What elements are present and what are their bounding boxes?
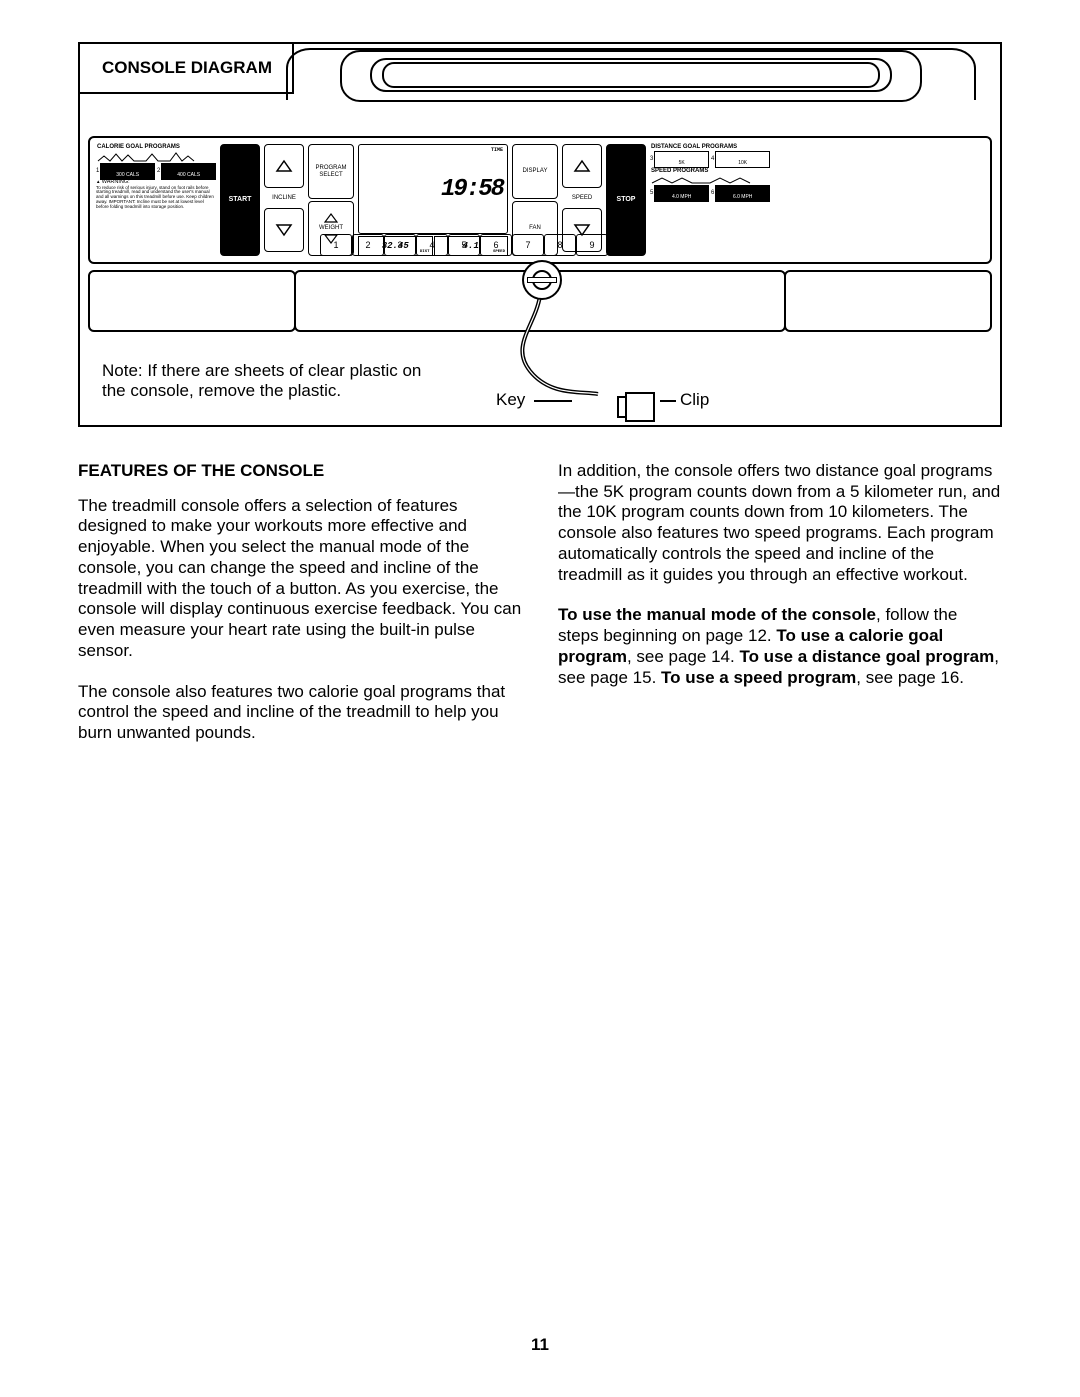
incline-label: INCLINE — [264, 190, 304, 206]
incline-down-button[interactable] — [264, 208, 304, 252]
incline-controls: INCLINE — [264, 144, 304, 256]
speed-program-6[interactable]: 6 6.0 MPH — [711, 186, 770, 200]
distance-goal-block: DISTANCE GOAL PROGRAMS 3 5K 4 10K SPEED … — [650, 144, 770, 256]
speed-profile-icon — [650, 176, 768, 184]
quick-speed-7[interactable]: 7 — [512, 234, 544, 256]
clip-callout-line — [660, 400, 676, 402]
up-arrow-icon — [324, 213, 338, 223]
quick-speed-5[interactable]: 5 — [448, 234, 480, 256]
body-columns: FEATURES OF THE CONSOLE The treadmill co… — [78, 461, 1002, 764]
program-select-button[interactable]: PROGRAM SELECT — [308, 144, 354, 199]
quick-speed-10[interactable]: 10MPH — [608, 234, 640, 256]
body-paragraph-3: In addition, the console offers two dist… — [558, 461, 1002, 585]
safety-clip-icon — [617, 390, 659, 420]
quick-speed-4[interactable]: 4 — [416, 234, 448, 256]
quick-speed-2[interactable]: 2 — [352, 234, 384, 256]
quick-speed-6[interactable]: 6 — [480, 234, 512, 256]
calorie-profile-icon — [96, 152, 214, 162]
plastic-note-text: Note: If there are sheets of clear plast… — [102, 361, 442, 401]
left-column: FEATURES OF THE CONSOLE The treadmill co… — [78, 461, 522, 764]
calorie-goal-block: CALORIE GOAL PROGRAMS 1 300 CALS 2 400 C… — [96, 144, 216, 256]
speed-programs-heading: SPEED PROGRAMS — [650, 168, 770, 174]
distance-program-3[interactable]: 3 5K — [650, 152, 709, 166]
display-button[interactable]: DISPLAY — [512, 144, 558, 199]
clip-callout-label: Clip — [680, 390, 709, 410]
console-diagram-box: CONSOLE DIAGRAM CALORIE GOAL PROGRAMS 1 … — [78, 42, 1002, 427]
lcd-time: TIME 19:58 — [358, 144, 508, 234]
quick-speed-1[interactable]: 1 — [320, 234, 352, 256]
features-heading: FEATURES OF THE CONSOLE — [78, 461, 522, 482]
key-callout-line — [534, 400, 572, 402]
body-paragraph-4: To use the manual mode of the console, f… — [558, 605, 1002, 688]
up-arrow-icon — [275, 159, 293, 173]
quick-speed-3[interactable]: 3 — [384, 234, 416, 256]
speed-label: SPEED — [562, 190, 602, 206]
distance-program-4[interactable]: 4 10K — [711, 152, 770, 166]
incline-up-button[interactable] — [264, 144, 304, 188]
key-callout-label: Key — [496, 390, 525, 410]
console-top-outline — [270, 48, 992, 142]
start-button[interactable]: START — [220, 144, 260, 256]
console-panel: CALORIE GOAL PROGRAMS 1 300 CALS 2 400 C… — [88, 136, 992, 264]
speed-program-5[interactable]: 5 4.0 MPH — [650, 186, 709, 200]
distance-heading: DISTANCE GOAL PROGRAMS — [650, 144, 770, 150]
right-column: In addition, the console offers two dist… — [558, 461, 1002, 764]
speed-up-button[interactable] — [562, 144, 602, 188]
down-arrow-icon — [275, 223, 293, 237]
quick-speed-8[interactable]: 8 — [544, 234, 576, 256]
body-paragraph-1: The treadmill console offers a selection… — [78, 496, 522, 662]
quick-speed-9[interactable]: 9 — [576, 234, 608, 256]
safety-key-socket[interactable] — [522, 260, 562, 300]
quick-speed-row: 1 2 3 4 5 6 7 8 9 10MPH — [320, 234, 640, 256]
diagram-title: CONSOLE DIAGRAM — [78, 42, 294, 94]
calorie-program-1[interactable]: 1 300 CALS — [96, 164, 155, 178]
page-number: 11 — [0, 1335, 1080, 1355]
calorie-program-2[interactable]: 2 400 CALS — [157, 164, 216, 178]
body-paragraph-2: The console also features two calorie go… — [78, 682, 522, 744]
calorie-heading: CALORIE GOAL PROGRAMS — [96, 144, 216, 150]
up-arrow-icon — [573, 159, 591, 173]
warning-text: ▲ WARNING: To reduce risk of serious inj… — [96, 180, 216, 209]
